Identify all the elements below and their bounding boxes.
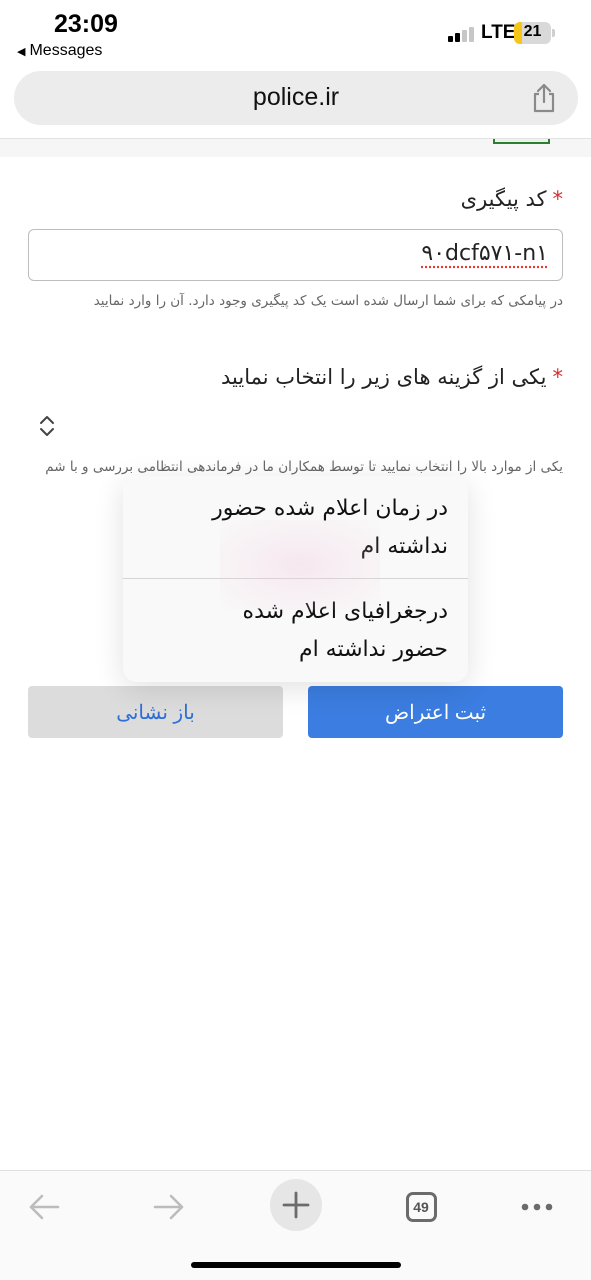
- tracking-code-label: *کد پیگیری: [461, 187, 563, 211]
- reset-button[interactable]: باز نشانی: [28, 686, 283, 738]
- tracking-code-help: در پیامکی که برای شما ارسال شده است یک ک…: [93, 293, 563, 309]
- battery-tip: [552, 29, 555, 37]
- tracking-code-input[interactable]: ۹۰dcf۵۷۱-n۱: [28, 229, 563, 281]
- dropdown-option-location[interactable]: درجغرافیای اعلام شده حضور نداشته ام: [123, 579, 468, 681]
- option-dropdown-menu: در زمان اعلام شده حضور نداشته ام درجغراف…: [123, 476, 468, 682]
- dropdown-option-time[interactable]: در زمان اعلام شده حضور نداشته ام: [123, 476, 468, 578]
- header-decoration: [493, 139, 550, 144]
- option-select-label-text: یکی از گزینه های زیر را انتخاب نمایید: [221, 365, 547, 389]
- arrow-right-icon: [153, 1194, 184, 1220]
- tracking-code-value: ۹۰dcf۵۷۱-n۱: [421, 241, 548, 266]
- tab-count: 49: [413, 1199, 429, 1215]
- forward-button[interactable]: [143, 1181, 195, 1233]
- address-bar[interactable]: police.ir: [14, 71, 578, 125]
- home-indicator: [191, 1262, 401, 1268]
- back-to-app-link[interactable]: ◀ Messages: [17, 42, 102, 60]
- status-bar: 23:09 ◀ Messages LTE 21: [0, 0, 591, 66]
- clock: 23:09: [54, 10, 118, 38]
- tab-count-badge: 49: [405, 1192, 437, 1222]
- back-button[interactable]: [18, 1181, 70, 1233]
- option-select-help: یکی از موارد بالا را انتخاب نمایید تا تو…: [45, 459, 563, 475]
- battery-icon: 21: [514, 22, 551, 44]
- url-text[interactable]: police.ir: [14, 83, 578, 112]
- arrow-left-icon: [29, 1194, 60, 1220]
- tabs-button[interactable]: 49: [395, 1181, 447, 1233]
- back-app-label: Messages: [29, 42, 103, 59]
- more-dots-icon: [521, 1203, 553, 1211]
- option-select-label: *یکی از گزینه های زیر را انتخاب نمایید: [221, 365, 563, 389]
- back-triangle-icon: ◀: [17, 46, 26, 58]
- cellular-signal-icon: [448, 26, 474, 42]
- required-mark: *: [552, 187, 564, 211]
- battery-level: 21: [523, 23, 542, 40]
- dropdown-option-label: درجغرافیای اعلام شده حضور نداشته ام: [242, 599, 448, 662]
- required-mark-2: *: [552, 365, 564, 389]
- tracking-code-label-text: کد پیگیری: [460, 187, 547, 211]
- more-menu-button[interactable]: [511, 1181, 563, 1233]
- select-chevron-icon[interactable]: [38, 414, 56, 438]
- plus-icon: [282, 1191, 310, 1219]
- share-icon[interactable]: [530, 83, 558, 113]
- network-type: LTE: [481, 22, 516, 43]
- submit-objection-button[interactable]: ثبت اعتراض: [308, 686, 563, 738]
- dropdown-option-label: در زمان اعلام شده حضور نداشته ام: [212, 496, 448, 559]
- new-tab-button[interactable]: [270, 1179, 322, 1231]
